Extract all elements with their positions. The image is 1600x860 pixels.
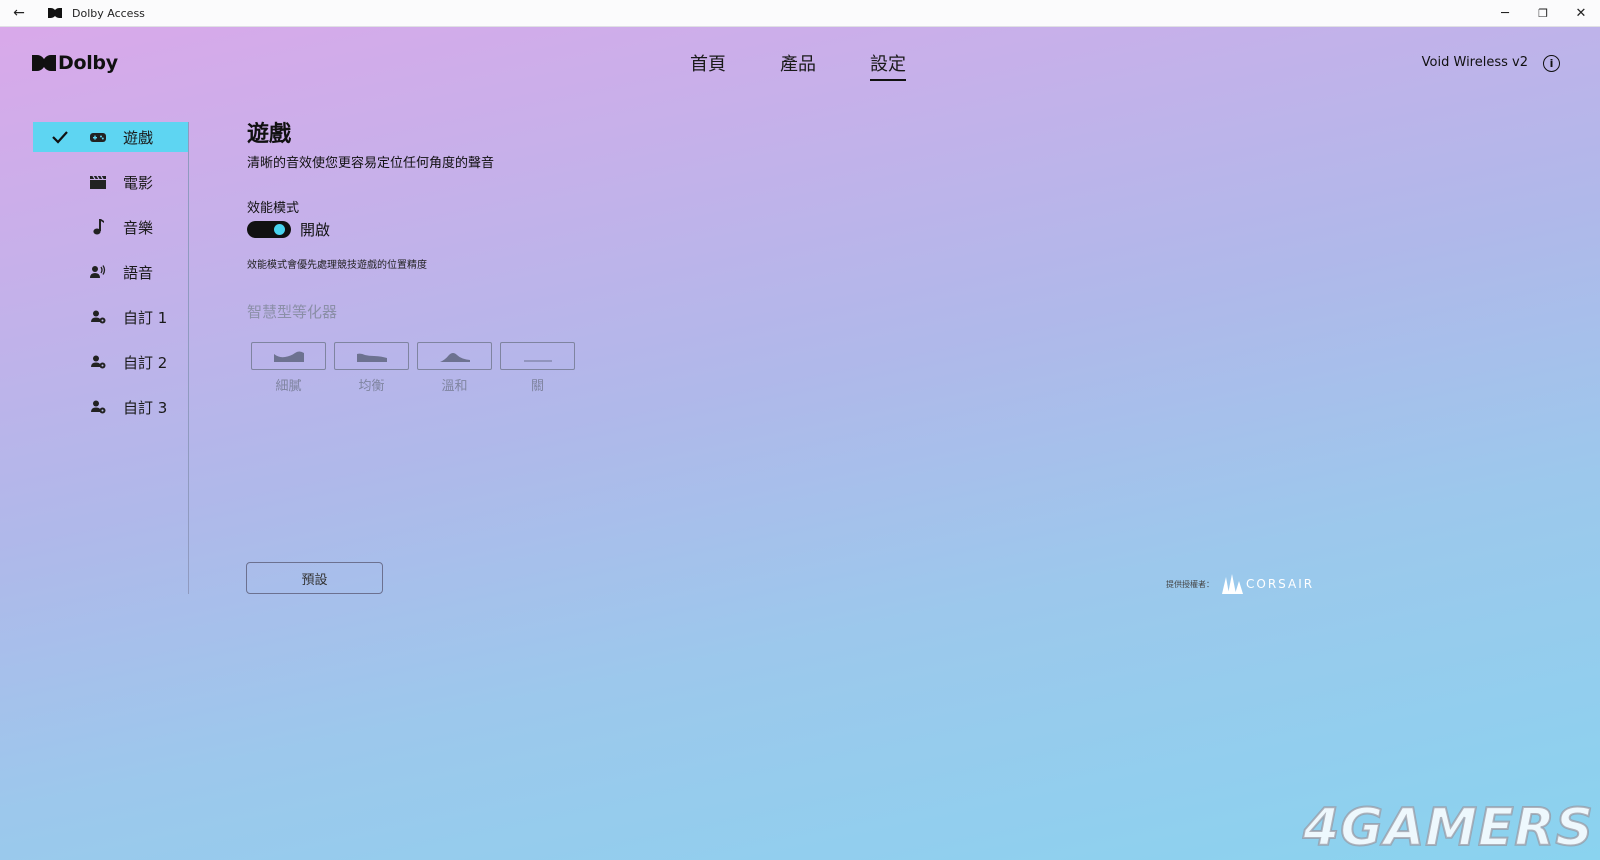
sidebar-item-label: 語音 (123, 264, 154, 282)
eq-balanced-icon (356, 353, 387, 362)
sidebar-item-label: 遊戲 (123, 129, 154, 147)
user-settings-icon (90, 354, 106, 370)
sidebar-item-label: 自訂 1 (123, 309, 168, 327)
top-navigation: 首頁 產品 設定 (690, 50, 960, 81)
minimize-button[interactable]: ─ (1486, 0, 1524, 27)
sidebar-item-game[interactable]: 遊戲 (33, 122, 188, 152)
eq-option-warm[interactable]: 溫和 (417, 342, 492, 394)
page-subtitle: 清晰的音效使您更容易定位任何角度的聲音 (247, 156, 495, 171)
profile-sidebar: 遊戲 電影 音樂 語音 自訂 1 自訂 2 自訂 3 (33, 122, 189, 594)
sidebar-item-music[interactable]: 音樂 (33, 212, 188, 242)
toggle-knob (274, 224, 285, 235)
dolby-brand: Dolby (32, 52, 118, 74)
sidebar-item-label: 自訂 3 (123, 399, 168, 417)
performance-mode-label: 效能模式 (247, 201, 300, 216)
watermark-logo: 4GAMERS (1302, 797, 1594, 859)
nav-products[interactable]: 產品 (780, 50, 816, 81)
window-titlebar: ← Dolby Access ─ ❐ ✕ (0, 0, 1600, 27)
gamepad-icon (90, 129, 106, 145)
sidebar-item-voice[interactable]: 語音 (33, 257, 188, 287)
sidebar-item-label: 音樂 (123, 219, 154, 237)
close-button[interactable]: ✕ (1562, 0, 1600, 27)
equalizer-options: 細膩 均衡 溫和 關 (251, 342, 583, 394)
corsair-sails-icon (1222, 574, 1243, 594)
preset-button[interactable]: 預設 (246, 562, 383, 594)
nav-home[interactable]: 首頁 (690, 50, 726, 81)
dolby-logo-icon (48, 8, 64, 18)
sidebar-item-custom-3[interactable]: 自訂 3 (33, 392, 188, 422)
sidebar-item-custom-2[interactable]: 自訂 2 (33, 347, 188, 377)
eq-option-balanced[interactable]: 均衡 (334, 342, 409, 394)
window-title: Dolby Access (72, 6, 145, 20)
checkmark-icon (52, 131, 68, 144)
eq-option-off[interactable]: 關 (500, 342, 575, 394)
eq-option-label: 溫和 (441, 379, 468, 394)
info-icon[interactable]: i (1543, 55, 1560, 72)
user-settings-icon (90, 309, 106, 325)
user-settings-icon (90, 399, 106, 415)
device-name[interactable]: Void Wireless v2 (1422, 55, 1528, 70)
page-title: 遊戲 (247, 122, 292, 147)
powered-by: 提供授權者： CORSAIR (1166, 573, 1314, 595)
eq-option-detailed[interactable]: 細膩 (251, 342, 326, 394)
sidebar-item-label: 電影 (123, 174, 154, 192)
eq-warm-icon (439, 353, 470, 362)
sidebar-item-label: 自訂 2 (123, 354, 168, 372)
eq-detailed-icon (273, 351, 304, 362)
equalizer-title: 智慧型等化器 (247, 303, 338, 321)
performance-mode-description: 效能模式會優先處理競技遊戲的位置精度 (247, 260, 427, 271)
eq-off-icon (523, 360, 552, 362)
corsair-logo: CORSAIR (1246, 577, 1315, 591)
toggle-state-label: 開啟 (300, 221, 331, 239)
eq-option-label: 關 (530, 379, 544, 394)
dolby-mark-icon (32, 55, 56, 71)
nav-settings[interactable]: 設定 (870, 50, 906, 81)
back-arrow-icon[interactable]: ← (0, 0, 38, 27)
sidebar-item-movie[interactable]: 電影 (33, 167, 188, 197)
eq-option-label: 細膩 (275, 379, 302, 394)
brand-name: Dolby (58, 52, 118, 74)
sidebar-item-custom-1[interactable]: 自訂 1 (33, 302, 188, 332)
clapperboard-icon (90, 174, 106, 190)
eq-option-label: 均衡 (358, 379, 385, 394)
powered-by-label: 提供授權者： (1166, 579, 1214, 589)
music-note-icon (90, 219, 106, 235)
performance-mode-toggle[interactable] (247, 221, 291, 238)
voice-icon (90, 264, 106, 280)
restore-button[interactable]: ❐ (1524, 0, 1562, 27)
